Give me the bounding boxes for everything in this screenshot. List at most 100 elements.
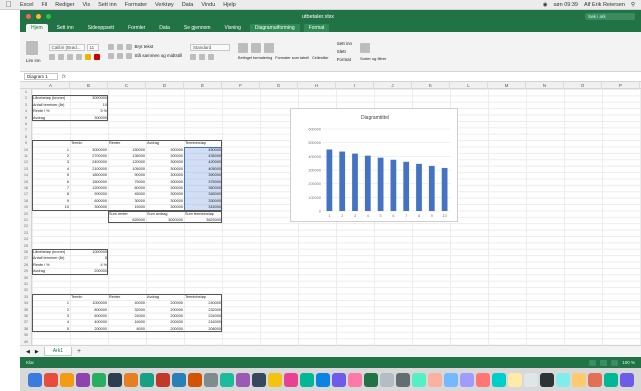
dock-app-icon[interactable] bbox=[27, 372, 42, 387]
dock-app-icon[interactable] bbox=[267, 372, 282, 387]
tab-hjem[interactable]: Hjem bbox=[26, 24, 48, 32]
dock-app-icon[interactable] bbox=[555, 372, 570, 387]
tab-sideoppsett[interactable]: Sideoppsett bbox=[83, 24, 119, 32]
search-sheet-input[interactable]: Søk i ark bbox=[584, 13, 635, 20]
dock-app-icon[interactable] bbox=[347, 372, 362, 387]
prev-sheet-icon[interactable]: ◀ bbox=[26, 349, 30, 355]
chart-bar[interactable] bbox=[326, 149, 333, 212]
column-header-k[interactable]: K bbox=[412, 82, 450, 89]
next-sheet-icon[interactable]: ▶ bbox=[35, 349, 39, 355]
dock-app-icon[interactable] bbox=[587, 372, 602, 387]
wrap-text-button[interactable]: Bryt tekst bbox=[135, 44, 154, 50]
conditional-format-icon[interactable] bbox=[238, 43, 249, 53]
minimize-window-icon[interactable] bbox=[36, 14, 41, 19]
dock-app-icon[interactable] bbox=[523, 372, 538, 387]
font-name-select[interactable]: Calibri (Brød... bbox=[48, 43, 85, 51]
column-header-n[interactable]: N bbox=[526, 82, 564, 89]
dock-app-icon[interactable] bbox=[475, 372, 490, 387]
dock-app-icon[interactable] bbox=[507, 372, 522, 387]
thousands-icon[interactable] bbox=[208, 53, 215, 60]
column-header-h[interactable]: H bbox=[298, 82, 336, 89]
sort-filter-label[interactable]: Sorter og filtrer bbox=[360, 56, 386, 61]
dock-app-icon[interactable] bbox=[411, 372, 426, 387]
cell-styles-icon[interactable] bbox=[264, 43, 275, 53]
column-header-a[interactable]: A bbox=[32, 82, 70, 89]
menu-rediger[interactable]: Rediger bbox=[55, 2, 74, 8]
page-break-icon[interactable] bbox=[611, 359, 619, 366]
spreadsheet-grid[interactable]: ABCDEFGHIJKLMNOP 1 2 3 4 5 6 7 8 9 10 11 12 13 14 15 16… bbox=[20, 82, 641, 345]
menu-data[interactable]: Data bbox=[182, 2, 194, 8]
paste-label[interactable]: Lim inn bbox=[26, 58, 41, 63]
column-header-i[interactable]: I bbox=[336, 82, 374, 89]
chart-bar[interactable] bbox=[403, 161, 410, 211]
dock-app-icon[interactable] bbox=[187, 372, 202, 387]
dock-app-icon[interactable] bbox=[491, 372, 506, 387]
dock-app-icon[interactable] bbox=[539, 372, 554, 387]
underline-icon[interactable] bbox=[66, 53, 73, 60]
dock-app-icon[interactable] bbox=[395, 372, 410, 387]
tab-se-gjennom[interactable]: Se gjennom bbox=[179, 24, 216, 32]
currency-icon[interactable] bbox=[190, 53, 197, 60]
dock-app-icon[interactable] bbox=[219, 372, 234, 387]
align-bottom-icon[interactable] bbox=[125, 44, 132, 50]
align-middle-icon[interactable] bbox=[116, 44, 123, 50]
menu-vindu[interactable]: Vindu bbox=[201, 2, 215, 8]
dock-app-icon[interactable] bbox=[571, 372, 586, 387]
menu-verktoy[interactable]: Verktøy bbox=[155, 2, 174, 8]
font-color-icon[interactable] bbox=[93, 53, 100, 60]
chart-bar[interactable] bbox=[390, 159, 397, 211]
cell-styles-label[interactable]: Cellestiler bbox=[312, 56, 329, 60]
column-header-o[interactable]: O bbox=[564, 82, 602, 89]
menu-sett-inn[interactable]: Sett inn bbox=[98, 2, 117, 8]
chart-bar[interactable] bbox=[428, 165, 435, 211]
font-size-select[interactable]: 11 bbox=[86, 43, 99, 51]
chart-title[interactable]: Diagramtittel bbox=[291, 115, 459, 121]
dock-app-icon[interactable] bbox=[315, 372, 330, 387]
paste-icon[interactable] bbox=[26, 40, 38, 55]
tab-sett-inn[interactable]: Sett inn bbox=[52, 24, 79, 32]
dock-app-icon[interactable] bbox=[139, 372, 154, 387]
page-layout-icon[interactable] bbox=[600, 359, 608, 366]
column-header-e[interactable]: E bbox=[184, 82, 222, 89]
align-left-icon[interactable] bbox=[107, 53, 114, 59]
column-header-m[interactable]: M bbox=[488, 82, 526, 89]
merge-center-button[interactable]: Slå sammen og midtstill bbox=[135, 53, 183, 59]
chart-bar[interactable] bbox=[364, 155, 371, 211]
menu-app[interactable]: Excel bbox=[20, 2, 33, 8]
tab-format[interactable]: Format bbox=[303, 24, 330, 32]
insert-cells-button[interactable]: Sett inn bbox=[337, 41, 352, 46]
dock-app-icon[interactable] bbox=[155, 372, 170, 387]
dock-app-icon[interactable] bbox=[91, 372, 106, 387]
column-header-j[interactable]: J bbox=[374, 82, 412, 89]
chart-bar[interactable] bbox=[441, 167, 448, 211]
tab-visning[interactable]: Visning bbox=[220, 24, 246, 32]
tab-diagramutforming[interactable]: Diagramutforming bbox=[249, 24, 300, 32]
number-format-select[interactable]: Standard bbox=[190, 43, 231, 51]
sort-filter-icon[interactable] bbox=[359, 42, 370, 53]
dock-app-icon[interactable] bbox=[171, 372, 186, 387]
menu-hjelp[interactable]: Hjelp bbox=[223, 2, 236, 8]
dock-app-icon[interactable] bbox=[299, 372, 314, 387]
dock-app-icon[interactable] bbox=[443, 372, 458, 387]
column-header-p[interactable]: P bbox=[602, 82, 640, 89]
dock-app-icon[interactable] bbox=[363, 372, 378, 387]
column-header-d[interactable]: D bbox=[146, 82, 184, 89]
name-box[interactable]: Diagram 1 bbox=[24, 73, 58, 80]
zoom-level[interactable]: 100 % bbox=[622, 360, 635, 366]
format-as-table-icon[interactable] bbox=[251, 43, 262, 53]
apple-menu-icon[interactable]:  bbox=[6, 0, 12, 9]
dock-app-icon[interactable] bbox=[123, 372, 138, 387]
bold-icon[interactable] bbox=[48, 53, 55, 60]
zoom-window-icon[interactable] bbox=[46, 14, 51, 19]
dock-app-icon[interactable] bbox=[459, 372, 474, 387]
fill-color-icon[interactable] bbox=[84, 53, 91, 60]
dock-app-icon[interactable] bbox=[235, 372, 250, 387]
column-header-c[interactable]: C bbox=[108, 82, 146, 89]
sheet-tab-ark1[interactable]: Ark1 bbox=[43, 347, 72, 356]
dock-app-icon[interactable] bbox=[427, 372, 442, 387]
menu-formater[interactable]: Formater bbox=[125, 2, 147, 8]
delete-cells-button[interactable]: Slett bbox=[337, 49, 352, 54]
dock-app-icon[interactable] bbox=[251, 372, 266, 387]
dock-app-icon[interactable] bbox=[283, 372, 298, 387]
normal-view-icon[interactable] bbox=[589, 359, 597, 366]
